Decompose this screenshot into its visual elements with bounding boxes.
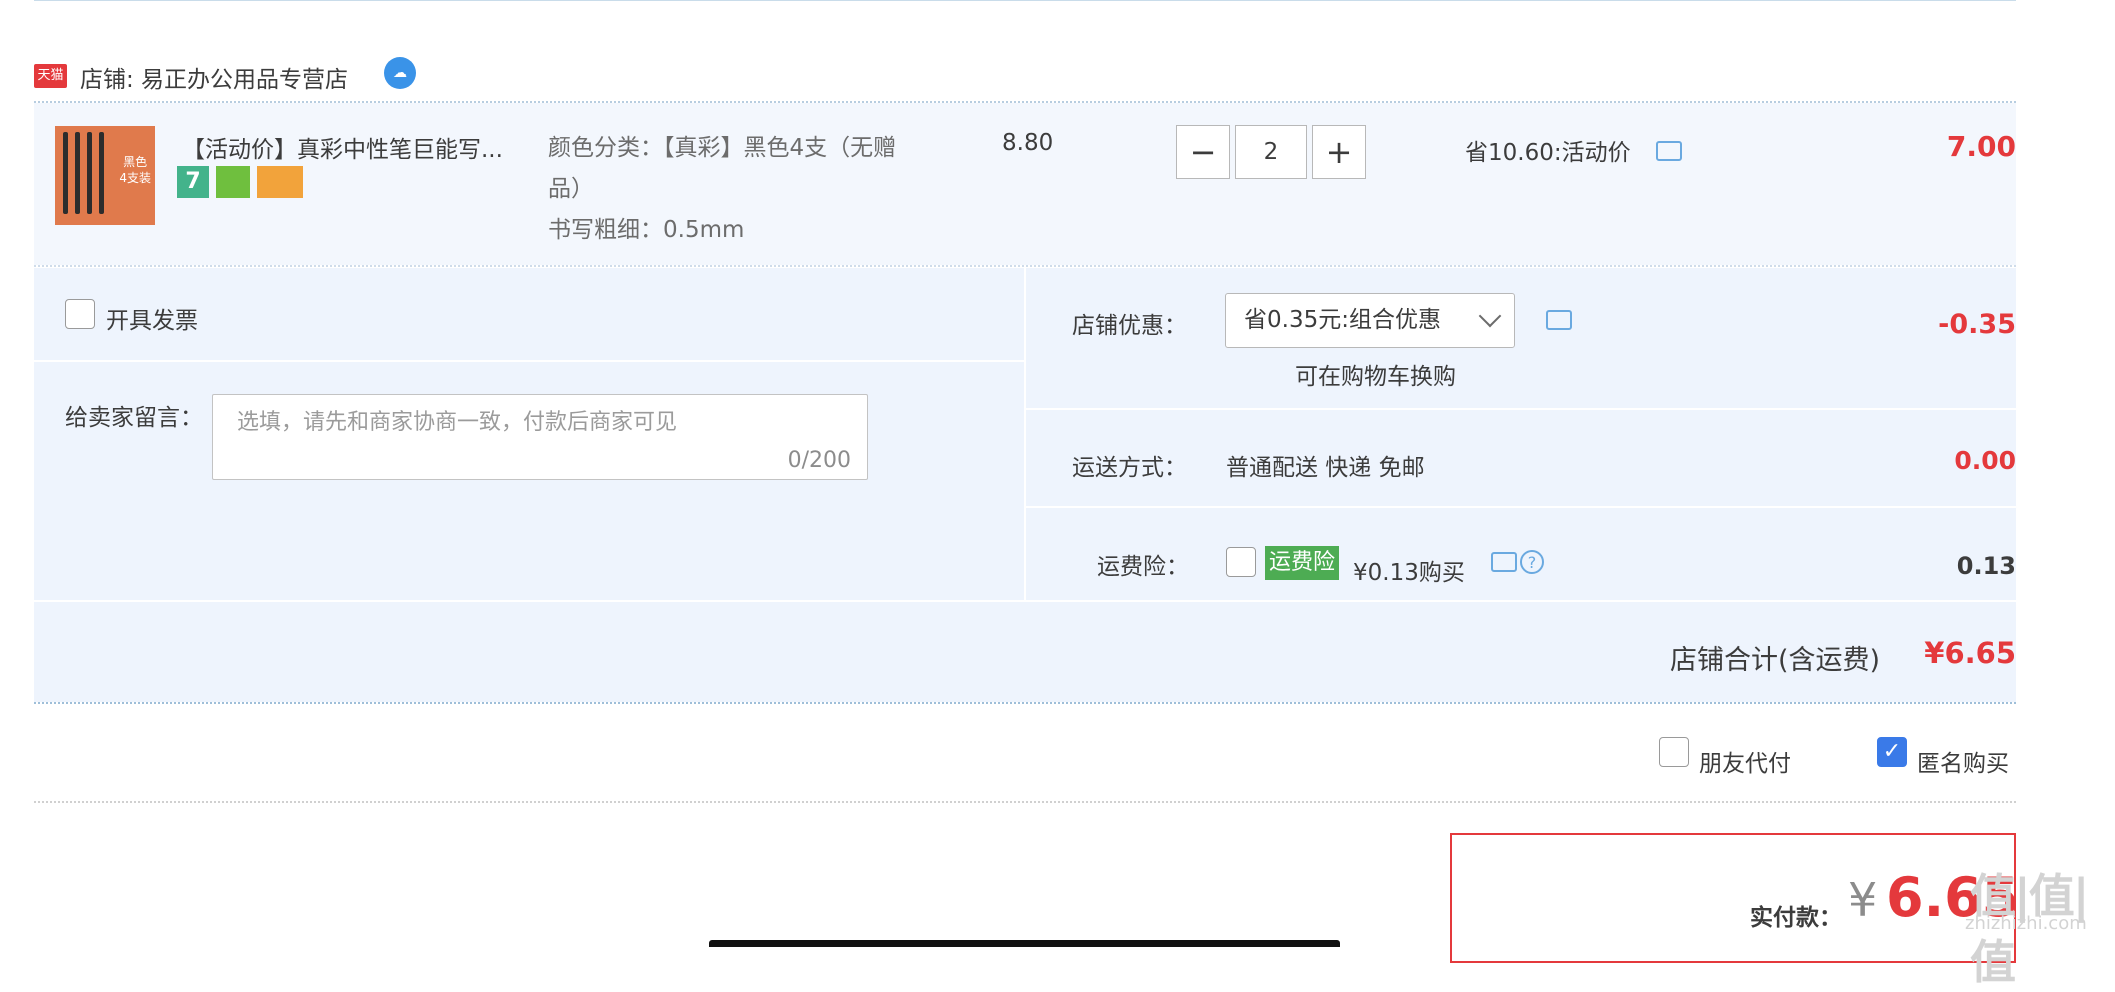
promotion-comment-icon[interactable]	[1656, 141, 1682, 161]
shop-discount-note: 可在购物车换购	[1295, 364, 1456, 390]
left-panel-separator	[34, 360, 1024, 362]
credit-card-icon[interactable]	[257, 166, 303, 198]
thumb-text-pack: 4支装	[119, 171, 151, 185]
top-divider	[34, 0, 2016, 1]
thumb-text-color: 黑色	[123, 155, 148, 169]
invoice-checkbox[interactable]	[65, 299, 95, 329]
tmall-icon: 天猫	[34, 64, 67, 88]
shop-name-link[interactable]: 店铺: 易正办公用品专营店	[80, 60, 348, 94]
shop-discount-selected: 省0.35元:组合优惠	[1244, 307, 1441, 333]
order-item-row	[34, 103, 2016, 265]
product-thumbnail[interactable]: 黑色 4支装	[55, 126, 155, 225]
shipping-amount: 0.00	[1954, 446, 2016, 475]
shop-discount-amount: -0.35	[1938, 309, 2016, 340]
shipping-label: 运送方式：	[1072, 455, 1187, 481]
shop-discount-select[interactable]: 省0.35元:组合优惠	[1225, 293, 1515, 348]
quantity-input[interactable]: 2	[1235, 125, 1307, 179]
right-panel-separator-1	[1026, 408, 2016, 410]
chevron-down-icon	[1478, 304, 1502, 328]
options-divider	[34, 801, 2016, 803]
shipping-insurance-amount: 0.13	[1956, 552, 2016, 580]
quantity-plus-button[interactable]: +	[1312, 125, 1366, 179]
promotion-text: 省10.60:活动价	[1465, 140, 1631, 166]
shipping-insurance-price: ¥0.13购买	[1353, 560, 1465, 586]
insurance-comment-icon[interactable]	[1491, 552, 1517, 572]
shop-total-label: 店铺合计(含运费)	[1670, 645, 1881, 676]
quantity-minus-button[interactable]: −	[1176, 125, 1230, 179]
invoice-label: 开具发票	[106, 308, 198, 334]
shipping-method: 普通配送 快递 免邮	[1226, 455, 1425, 481]
discount-comment-icon[interactable]	[1546, 310, 1572, 330]
watermark-site: zhizhizhi.com	[1965, 913, 2087, 934]
submit-order-bar[interactable]	[709, 940, 1340, 947]
item-subtotal: 7.00	[1946, 130, 2016, 163]
unit-price: 8.80	[1002, 130, 1054, 156]
shipping-insurance-label: 运费险：	[1097, 554, 1189, 580]
shop-discount-label: 店铺优惠：	[1072, 313, 1187, 339]
payment-label: 实付款：	[1750, 905, 1842, 931]
seller-message-field[interactable]: 0/200	[212, 394, 868, 480]
seven-day-return-icon[interactable]: 7	[177, 166, 209, 198]
sku-color: 颜色分类：【真彩】黑色4支（无赠品）	[548, 135, 897, 202]
item-divider	[34, 265, 2016, 267]
anonymous-purchase-label: 匿名购买	[1917, 751, 2009, 777]
friend-pay-checkbox[interactable]	[1659, 737, 1689, 767]
seller-message-input[interactable]	[235, 409, 839, 436]
sku-info: 颜色分类：【真彩】黑色4支（无赠品） 书写粗细：0.5mm	[548, 128, 928, 251]
seller-message-label: 给卖家留言：	[65, 405, 203, 431]
sku-size: 书写粗细：0.5mm	[548, 217, 745, 243]
right-panel-separator-2	[1026, 506, 2016, 508]
shipping-insurance-tag: 运费险	[1265, 546, 1340, 580]
product-title-link[interactable]: 【活动价】真彩中性笔巨能写...	[182, 130, 522, 164]
anonymous-purchase-checkbox[interactable]: ✓	[1877, 737, 1907, 767]
friend-pay-label: 朋友代付	[1699, 751, 1791, 777]
wangwang-chat-icon[interactable]: ☁	[384, 57, 416, 89]
shop-total-amount: ¥6.65	[1924, 636, 2016, 670]
payment-currency: ¥	[1848, 873, 1878, 927]
shipping-insurance-checkbox[interactable]	[1226, 547, 1256, 577]
help-icon[interactable]: ?	[1520, 550, 1544, 574]
message-char-counter: 0/200	[787, 448, 851, 473]
total-divider	[34, 702, 2016, 704]
consumer-protection-icon[interactable]	[216, 166, 250, 198]
